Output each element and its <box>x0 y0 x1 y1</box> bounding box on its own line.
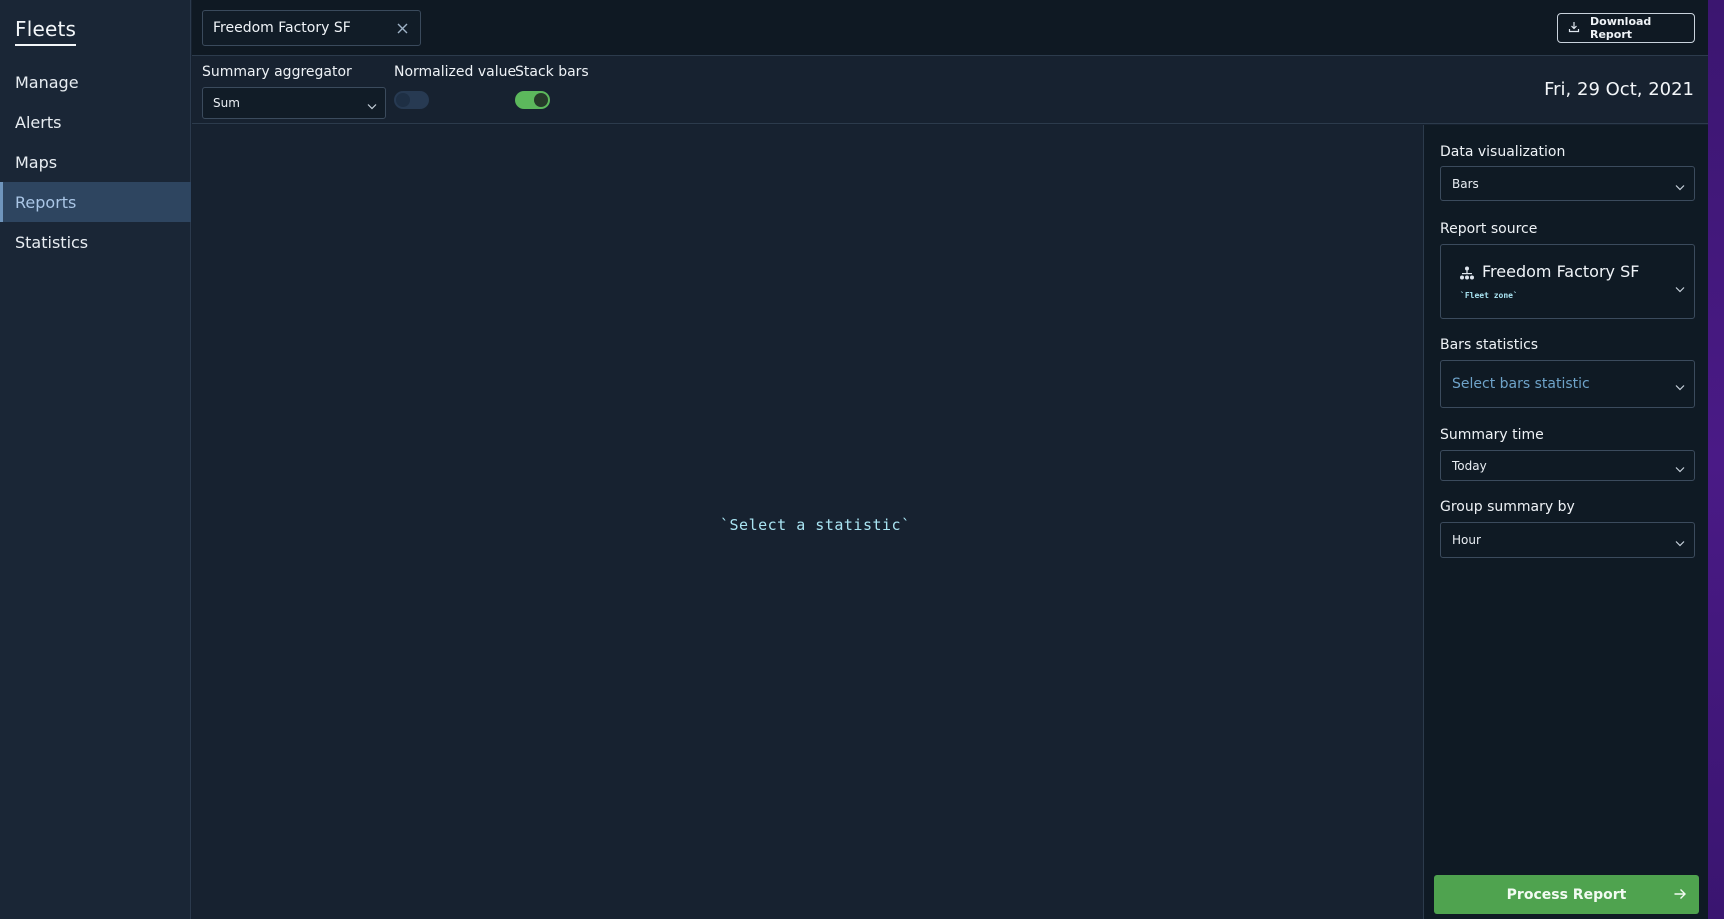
fleet-filter-value: Freedom Factory SF <box>213 20 351 36</box>
summary-aggregator-value: Sum <box>213 96 240 110</box>
process-report-label: Process Report <box>1506 886 1627 903</box>
sidebar-item-manage[interactable]: Manage <box>0 62 191 102</box>
chart-area: `Select a statistic` <box>192 125 1423 919</box>
bars-statistics-label: Bars statistics <box>1440 337 1539 353</box>
chevron-down-icon <box>1675 180 1685 194</box>
bars-statistic-placeholder: Select bars statistic <box>1452 376 1590 392</box>
toggle-knob <box>396 93 410 107</box>
sidebar-item-reports[interactable]: Reports <box>0 182 191 222</box>
top-bar: Freedom Factory SF Download Report <box>192 0 1708 56</box>
close-icon[interactable] <box>394 20 410 36</box>
toggle-knob <box>534 93 548 107</box>
chevron-down-icon <box>1675 536 1685 550</box>
download-report-label: Download Report <box>1590 15 1652 41</box>
data-visualization-value: Bars <box>1452 176 1479 191</box>
window-edge <box>1708 0 1724 919</box>
hierarchy-icon <box>1460 265 1474 284</box>
group-summary-by-label: Group summary by <box>1440 499 1575 515</box>
summary-aggregator-label: Summary aggregator <box>202 64 352 80</box>
stack-bars-label: Stack bars <box>515 64 589 80</box>
chevron-down-icon <box>367 99 377 113</box>
empty-state-message: `Select a statistic` <box>720 516 911 534</box>
group-summary-by-select[interactable]: Hour <box>1440 522 1695 558</box>
process-report-button[interactable]: Process Report <box>1434 875 1699 914</box>
sidebar-item-statistics[interactable]: Statistics <box>0 222 191 262</box>
report-source-type: `Fleet zone` <box>1460 291 1518 300</box>
sidebar: Fleets Manage Alerts Maps Reports Statis… <box>0 0 191 919</box>
chevron-down-icon <box>1675 278 1685 297</box>
sidebar-item-alerts[interactable]: Alerts <box>0 102 191 142</box>
normalized-value-label: Normalized value <box>394 64 517 80</box>
data-visualization-select[interactable]: Bars <box>1440 166 1695 201</box>
fleet-filter-chip[interactable]: Freedom Factory SF <box>202 10 421 46</box>
arrow-right-icon <box>1673 887 1687 905</box>
summary-aggregator-select[interactable]: Sum <box>202 87 386 119</box>
download-report-button[interactable]: Download Report <box>1557 13 1695 43</box>
data-visualization-label: Data visualization <box>1440 144 1566 160</box>
app-brand: Fleets <box>15 17 77 46</box>
report-source-name: Freedom Factory SF <box>1482 262 1640 281</box>
chevron-down-icon <box>1675 380 1685 394</box>
report-source-label: Report source <box>1440 221 1538 237</box>
sidebar-item-maps[interactable]: Maps <box>0 142 191 182</box>
sidebar-nav: Manage Alerts Maps Reports Statistics <box>0 62 191 262</box>
summary-time-label: Summary time <box>1440 427 1544 443</box>
summary-time-select[interactable]: Today <box>1440 450 1695 481</box>
normalized-value-toggle[interactable] <box>394 91 429 109</box>
download-icon <box>1568 21 1580 36</box>
report-source-select[interactable]: Freedom Factory SF `Fleet zone` <box>1440 244 1695 319</box>
report-controls: Summary aggregator Sum Normalized value … <box>192 56 1708 124</box>
chevron-down-icon <box>1675 462 1685 476</box>
group-summary-by-value: Hour <box>1452 533 1481 547</box>
bars-statistic-select[interactable]: Select bars statistic <box>1440 360 1695 408</box>
report-date: Fri, 29 Oct, 2021 <box>1544 79 1694 100</box>
stack-bars-toggle[interactable] <box>515 91 550 109</box>
report-settings-panel: Data visualization Bars Report source Fr… <box>1423 125 1708 919</box>
summary-time-value: Today <box>1452 458 1487 473</box>
